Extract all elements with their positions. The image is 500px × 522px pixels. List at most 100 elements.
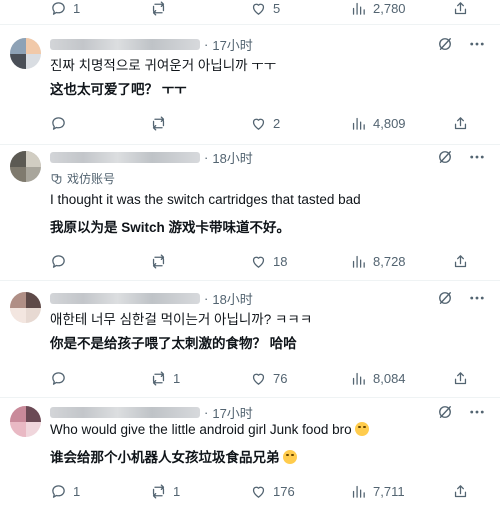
separator-dot: · bbox=[204, 404, 209, 420]
share-button[interactable] bbox=[452, 478, 469, 504]
parody-badge: 戏仿账号 bbox=[50, 170, 115, 187]
heart-icon bbox=[252, 486, 265, 498]
grok-icon[interactable] bbox=[436, 289, 454, 307]
separator-dot: · bbox=[204, 149, 209, 165]
more-icon[interactable] bbox=[468, 403, 486, 421]
separator-dot: · bbox=[204, 36, 209, 52]
repost-button[interactable]: 1 bbox=[150, 365, 180, 391]
timestamp[interactable]: 17小时 bbox=[212, 403, 252, 422]
tweet-action-bar: 1 76 8,084 bbox=[0, 365, 500, 391]
views-count: 7,711 bbox=[373, 483, 405, 499]
like-button[interactable]: 2 bbox=[250, 110, 280, 136]
tweet-reply[interactable]: · 17小时 진짜 치명적으로 귀여운거 아닙니까 ㅜㅜ 这也太可爱了吧？ ㅜㅜ … bbox=[0, 34, 500, 154]
like-count: 5 bbox=[273, 0, 281, 16]
divider bbox=[0, 397, 500, 398]
views-icon bbox=[352, 485, 365, 498]
views-icon bbox=[352, 255, 365, 268]
blurred-username[interactable] bbox=[50, 151, 200, 163]
tweet-text: Who would give the little android girl J… bbox=[50, 422, 369, 437]
views-button[interactable]: 8,728 bbox=[350, 248, 406, 274]
repost-button[interactable]: 1 bbox=[150, 478, 180, 504]
avatar[interactable] bbox=[10, 292, 41, 323]
reply-icon bbox=[52, 371, 65, 385]
tweet-translation: 这也太可爱了吧？ ㅜㅜ bbox=[50, 82, 187, 97]
tweet-top-icons bbox=[436, 148, 486, 166]
reply-button[interactable] bbox=[50, 248, 73, 274]
views-button[interactable]: 8,084 bbox=[350, 365, 406, 391]
views-count: 4,809 bbox=[373, 115, 406, 131]
tweet-header: · 17小时 bbox=[50, 402, 253, 422]
reply-button[interactable] bbox=[50, 365, 73, 391]
avatar[interactable] bbox=[10, 151, 41, 182]
like-count: 76 bbox=[273, 370, 288, 386]
share-icon bbox=[454, 1, 467, 14]
avatar-pixel bbox=[26, 406, 41, 422]
views-count: 8,084 bbox=[373, 370, 406, 386]
like-button[interactable]: 18 bbox=[250, 248, 287, 274]
share-button[interactable] bbox=[452, 110, 469, 136]
tweet-action-bar: 1 1 176 7,711 bbox=[0, 478, 500, 504]
timestamp[interactable]: 17小时 bbox=[212, 35, 252, 54]
tweet-text: I thought it was the switch cartridges t… bbox=[50, 192, 361, 207]
like-button[interactable]: 176 bbox=[250, 478, 295, 504]
heart-icon bbox=[252, 256, 265, 268]
views-icon bbox=[352, 117, 365, 130]
grok-icon[interactable] bbox=[436, 403, 454, 421]
views-button[interactable]: 7,711 bbox=[350, 478, 405, 504]
reply-icon bbox=[52, 1, 65, 15]
views-button[interactable]: 2,780 bbox=[350, 0, 406, 21]
heart-icon bbox=[252, 3, 265, 15]
divider bbox=[0, 144, 500, 145]
avatar[interactable] bbox=[10, 406, 41, 437]
repost-button[interactable] bbox=[150, 110, 173, 136]
tweet-reply[interactable]: · 18小时 애한테 너무 심한걸 먹이는거 아닙니까? ㅋㅋㅋ 你是不是给孩子喂… bbox=[0, 288, 500, 408]
grok-icon[interactable] bbox=[436, 148, 454, 166]
reply-count: 1 bbox=[73, 483, 81, 499]
crying-face-icon bbox=[354, 422, 369, 436]
reply-button[interactable]: 1 bbox=[50, 0, 80, 21]
like-button[interactable]: 5 bbox=[250, 0, 280, 21]
repost-icon bbox=[152, 115, 165, 131]
blurred-username[interactable] bbox=[50, 406, 200, 418]
avatar-pixel bbox=[26, 151, 41, 167]
avatar-pixel bbox=[26, 38, 41, 54]
blurred-username[interactable] bbox=[50, 38, 200, 50]
tweet-reply[interactable]: · 18小时 戏仿账号 I thought it was the switch … bbox=[0, 147, 500, 269]
tweet-reply[interactable]: · 17小时 Who would give the little android… bbox=[0, 402, 500, 522]
divider bbox=[0, 24, 500, 25]
repost-count: 1 bbox=[173, 370, 181, 386]
reply-icon bbox=[52, 484, 65, 498]
timestamp[interactable]: 18小时 bbox=[212, 148, 252, 167]
tweet-top-icons bbox=[436, 35, 486, 53]
reply-icon bbox=[52, 254, 65, 268]
more-icon[interactable] bbox=[468, 148, 486, 166]
avatar[interactable] bbox=[10, 38, 41, 69]
avatar-pixel bbox=[10, 422, 26, 437]
like-button[interactable]: 76 bbox=[250, 365, 287, 391]
share-icon bbox=[454, 254, 467, 267]
share-button[interactable] bbox=[452, 0, 469, 21]
like-count: 176 bbox=[273, 483, 295, 499]
reply-button[interactable]: 1 bbox=[50, 478, 80, 504]
blurred-username[interactable] bbox=[50, 292, 200, 304]
tweet-top-icons bbox=[436, 403, 486, 421]
avatar-pixel bbox=[10, 406, 26, 422]
repost-icon bbox=[152, 0, 165, 16]
repost-icon bbox=[152, 483, 165, 499]
avatar-pixel bbox=[10, 308, 26, 323]
tweet-header: · 18小时 bbox=[50, 147, 253, 167]
separator-dot: · bbox=[204, 290, 209, 306]
share-button[interactable] bbox=[452, 365, 469, 391]
avatar-pixel bbox=[26, 292, 41, 308]
more-icon[interactable] bbox=[468, 35, 486, 53]
more-icon[interactable] bbox=[468, 289, 486, 307]
grok-icon[interactable] bbox=[436, 35, 454, 53]
views-button[interactable]: 4,809 bbox=[350, 110, 406, 136]
repost-button[interactable] bbox=[150, 0, 167, 21]
timestamp[interactable]: 18小时 bbox=[212, 289, 252, 308]
reply-button[interactable] bbox=[50, 110, 73, 136]
avatar-pixel bbox=[10, 38, 26, 54]
heart-icon bbox=[252, 118, 265, 130]
repost-button[interactable] bbox=[150, 248, 173, 274]
share-button[interactable] bbox=[452, 248, 469, 274]
